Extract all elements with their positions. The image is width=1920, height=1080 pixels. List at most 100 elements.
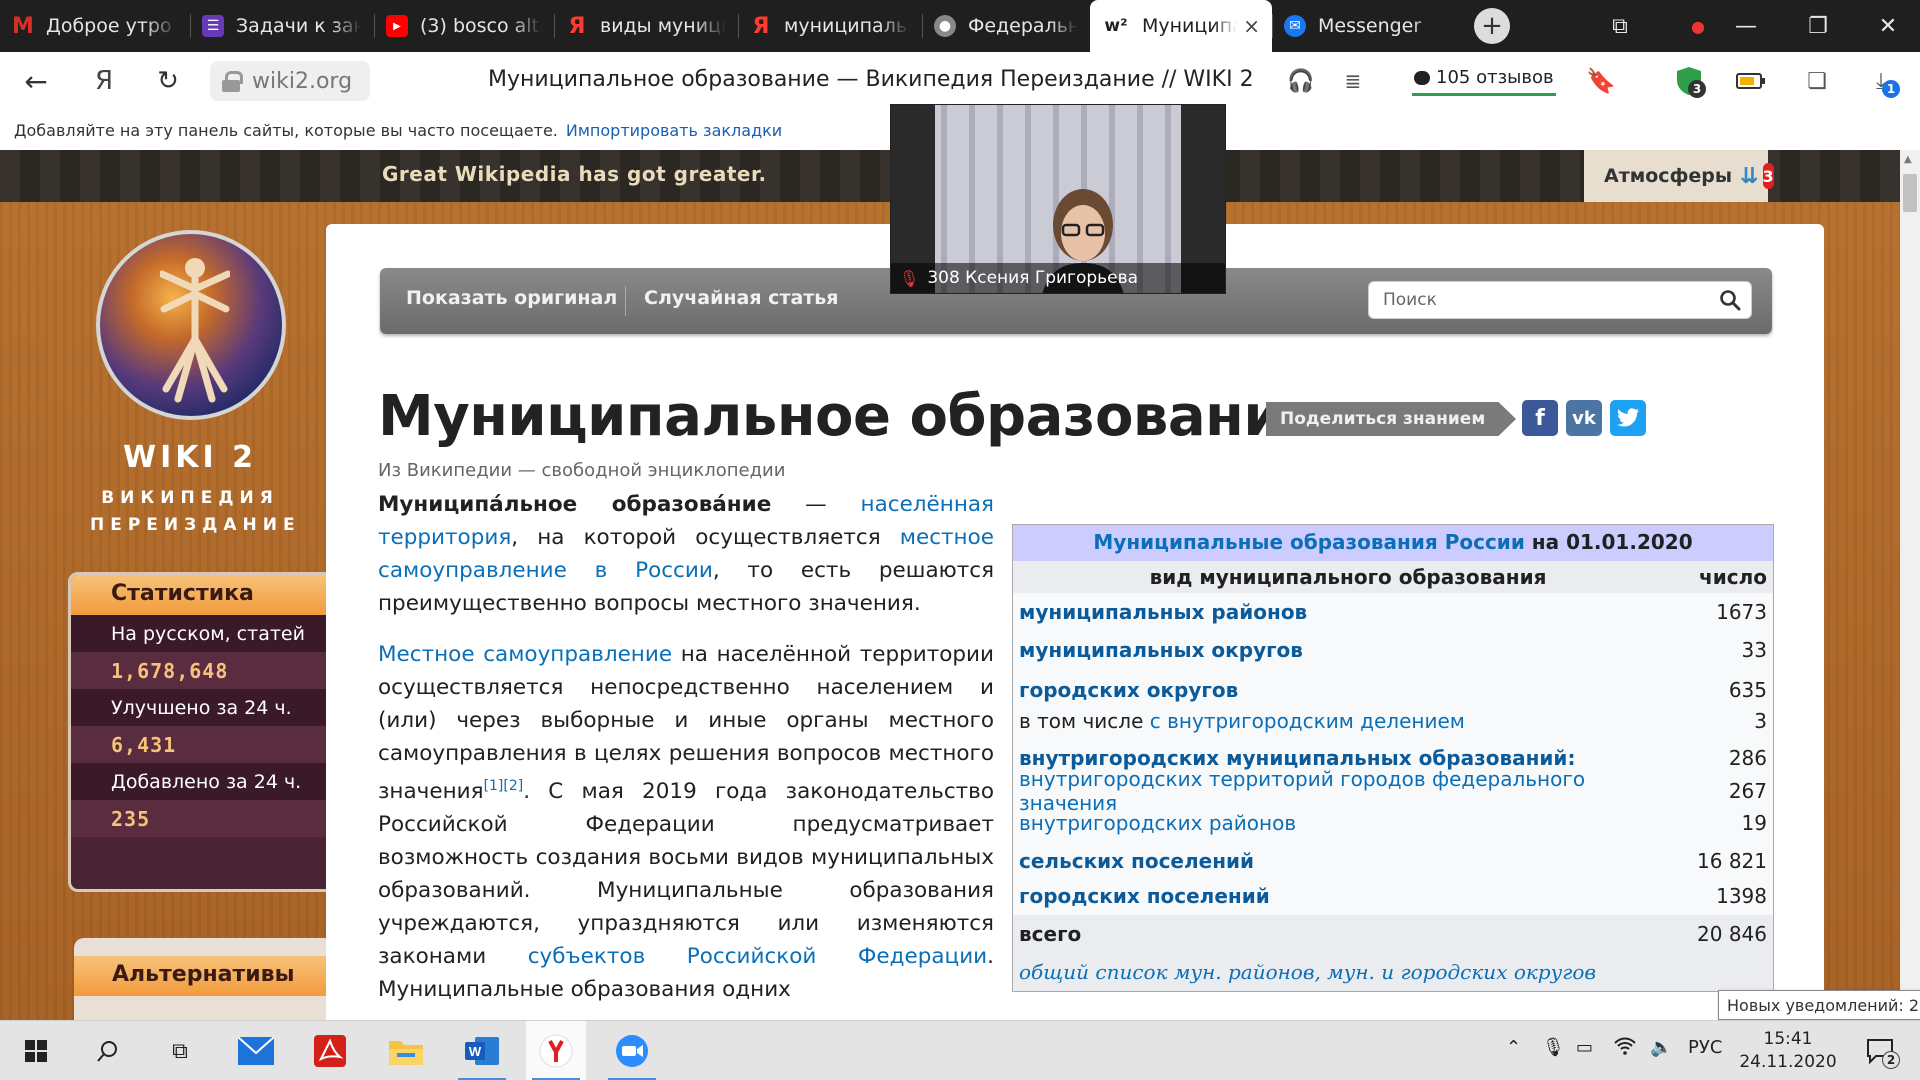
import-bookmarks-link[interactable]: Импортировать закладки: [566, 121, 782, 140]
clock-date: 24.11.2020: [1739, 1052, 1837, 1072]
tab-yandex-1[interactable]: Я виды муници: [554, 0, 738, 52]
search-taskbar-button[interactable]: [78, 1021, 138, 1080]
browser-tab-strip: M Доброе утро ☰ Задачи к зан ▶ (3) bosco…: [0, 0, 1920, 52]
word-app-icon[interactable]: W: [452, 1021, 512, 1080]
yandex-logo-icon[interactable]: Я: [84, 61, 124, 101]
bookmarks-hint: Добавляйте на эту панель сайты, которые …: [14, 120, 558, 140]
twitter-icon[interactable]: [1610, 400, 1646, 436]
search-box: [1368, 281, 1752, 319]
facebook-icon[interactable]: f: [1522, 400, 1558, 436]
site-slogan: Great Wikipedia has got greater.: [382, 162, 767, 186]
vitruvian-man-icon: [160, 258, 230, 403]
svg-text:W: W: [469, 1044, 482, 1059]
table-row: внутригородских районов 19: [1019, 811, 1767, 835]
show-hidden-icons-chevron-icon[interactable]: ⌃: [1506, 1037, 1521, 1058]
scroll-up-icon[interactable]: ▲: [1904, 154, 1912, 165]
new-tab-button[interactable]: +: [1474, 8, 1510, 44]
gmail-icon: M: [12, 13, 34, 39]
tab-yandex-2[interactable]: Я муниципальн: [738, 0, 922, 52]
action-center-button[interactable]: 2: [1850, 1021, 1910, 1080]
protect-shield-icon[interactable]: 3: [1674, 66, 1706, 98]
reference-2-link[interactable]: [2]: [503, 778, 523, 794]
collections-icon[interactable]: ❏: [1802, 66, 1832, 96]
zoom-app-icon[interactable]: [602, 1021, 662, 1080]
reload-icon[interactable]: ↻: [148, 61, 188, 101]
show-original-button[interactable]: Показать оригинал: [406, 287, 617, 309]
downloads-icon[interactable]: ⤓ 1: [1866, 66, 1900, 98]
share-knowledge-button[interactable]: Поделиться знанием: [1266, 402, 1516, 436]
atmospheres-button[interactable]: Атмосферы ⇊ 3: [1584, 150, 1774, 202]
microphone-icon[interactable]: 🎙: [1542, 1037, 1565, 1058]
wiki2-logo[interactable]: [96, 230, 286, 420]
link-intracity-division[interactable]: с внутригородским делением: [1150, 709, 1465, 733]
start-button[interactable]: [6, 1021, 66, 1080]
table-row: городских округов 635: [1019, 678, 1767, 702]
tab-wiki2-active[interactable]: w² Муниципал ×: [1090, 0, 1272, 52]
minimize-button[interactable]: —: [1720, 0, 1772, 52]
table-row: городских поселений 1398: [1019, 884, 1767, 908]
video-call-tile[interactable]: 🎙 308 Ксения Григорьева: [890, 104, 1226, 294]
close-window-button[interactable]: ✕: [1862, 0, 1914, 52]
page-scrollbar[interactable]: ▲: [1900, 150, 1920, 1020]
alternatives-panel: Альтернативы: [74, 938, 338, 1020]
statistics-title: Статистика: [71, 575, 338, 615]
table-footer-row: общий список мун. районов, мун. и городс…: [1013, 953, 1773, 991]
logo-text: WIKI 2 ВИКИПЕДИЯ ПЕРЕИЗДАНИЕ: [90, 440, 301, 535]
volume-icon[interactable]: 🔈: [1650, 1037, 1672, 1058]
restore-button[interactable]: ❐: [1792, 0, 1844, 52]
close-tab-icon[interactable]: ×: [1243, 14, 1260, 38]
page-title-label: Муниципальное образование — Википедия Пе…: [488, 67, 1254, 92]
table-row: муниципальных округов 33: [1019, 638, 1767, 662]
tabs-overview-icon[interactable]: ⧉: [1594, 0, 1646, 52]
headphones-icon[interactable]: 🎧: [1286, 66, 1316, 96]
input-language-indicator[interactable]: РУС: [1688, 1037, 1722, 1058]
tab-messenger[interactable]: ✉ Messenger: [1272, 0, 1454, 52]
infobox-caption: Муниципальные образования России на 01.0…: [1013, 525, 1773, 561]
file-explorer-icon[interactable]: [376, 1021, 436, 1080]
article-paragraph-2: Местное самоуправление на населённой тер…: [378, 642, 994, 1003]
task-view-icon[interactable]: ⧉: [150, 1021, 210, 1080]
table-row: внутригородских территорий городов федер…: [1019, 767, 1767, 815]
wifi-icon[interactable]: [1614, 1037, 1636, 1060]
atmospheres-count-badge: 3: [1762, 163, 1774, 189]
link-local-self-government[interactable]: Местное самоуправление: [378, 642, 672, 667]
reference-1-link[interactable]: [1]: [484, 778, 504, 794]
article-paragraph-1: Муниципа́льное образова́ние — населённая…: [378, 492, 995, 616]
address-bar: ← Я ↻ wiki2.org Муниципальное образовани…: [0, 52, 1920, 110]
bookmark-icon[interactable]: 🔖: [1586, 66, 1616, 96]
search-input[interactable]: [1369, 282, 1699, 318]
link-federal-subjects[interactable]: субъектов Российской Федерации: [528, 944, 987, 969]
nav-separator: [625, 286, 626, 316]
infobox-caption-link[interactable]: Муниципальные образования России: [1093, 530, 1524, 554]
tab-tasks[interactable]: ☰ Задачи к зан: [190, 0, 374, 52]
random-article-button[interactable]: Случайная статья: [644, 287, 839, 309]
alternatives-title: Альтернативы: [74, 956, 338, 996]
double-chevron-down-icon: ⇊: [1740, 163, 1759, 189]
scrollbar-thumb[interactable]: [1903, 174, 1917, 212]
battery-icon[interactable]: ▭: [1576, 1037, 1593, 1058]
system-clock[interactable]: 15:41 24.11.2020: [1738, 1028, 1838, 1074]
notifications-tooltip: Новых уведомлений: 2: [1718, 990, 1920, 1020]
windows-taskbar: ⧉ W ⌃ 🎙 ▭ 🔈 РУС 15:41 24.11.2020 2: [0, 1020, 1920, 1080]
mail-app-icon[interactable]: [226, 1021, 286, 1080]
article-title: Муниципальное образование: [378, 384, 1320, 449]
battery-saver-icon[interactable]: [1736, 66, 1766, 96]
tab-gmail[interactable]: M Доброе утро: [0, 0, 190, 52]
table-row-total: всего 20 846: [1013, 915, 1773, 953]
acrobat-reader-icon[interactable]: [300, 1021, 360, 1080]
reader-mode-icon[interactable]: ≣: [1338, 66, 1368, 96]
tab-federal[interactable]: ● Федеральны: [922, 0, 1090, 52]
participant-name-bar: 🎙 308 Ксения Григорьева: [891, 263, 1225, 293]
tab-youtube[interactable]: ▶ (3) bosco alth: [374, 0, 554, 52]
yandex-browser-taskbar-icon[interactable]: [526, 1021, 586, 1080]
back-arrow-icon[interactable]: ←: [16, 61, 56, 101]
forms-icon: ☰: [202, 15, 224, 37]
clock-time: 15:41: [1763, 1029, 1813, 1049]
search-icon[interactable]: [1719, 289, 1741, 311]
from-wikipedia-label: Из Википедии — свободной энциклопедии: [378, 460, 786, 481]
column-header-count: число: [1699, 565, 1767, 589]
url-field[interactable]: wiki2.org: [210, 61, 370, 101]
reviews-button[interactable]: 105 отзывов: [1412, 62, 1556, 96]
vk-icon[interactable]: vk: [1566, 400, 1602, 436]
full-list-link[interactable]: общий список мун. районов, мун. и городс…: [1019, 960, 1767, 984]
